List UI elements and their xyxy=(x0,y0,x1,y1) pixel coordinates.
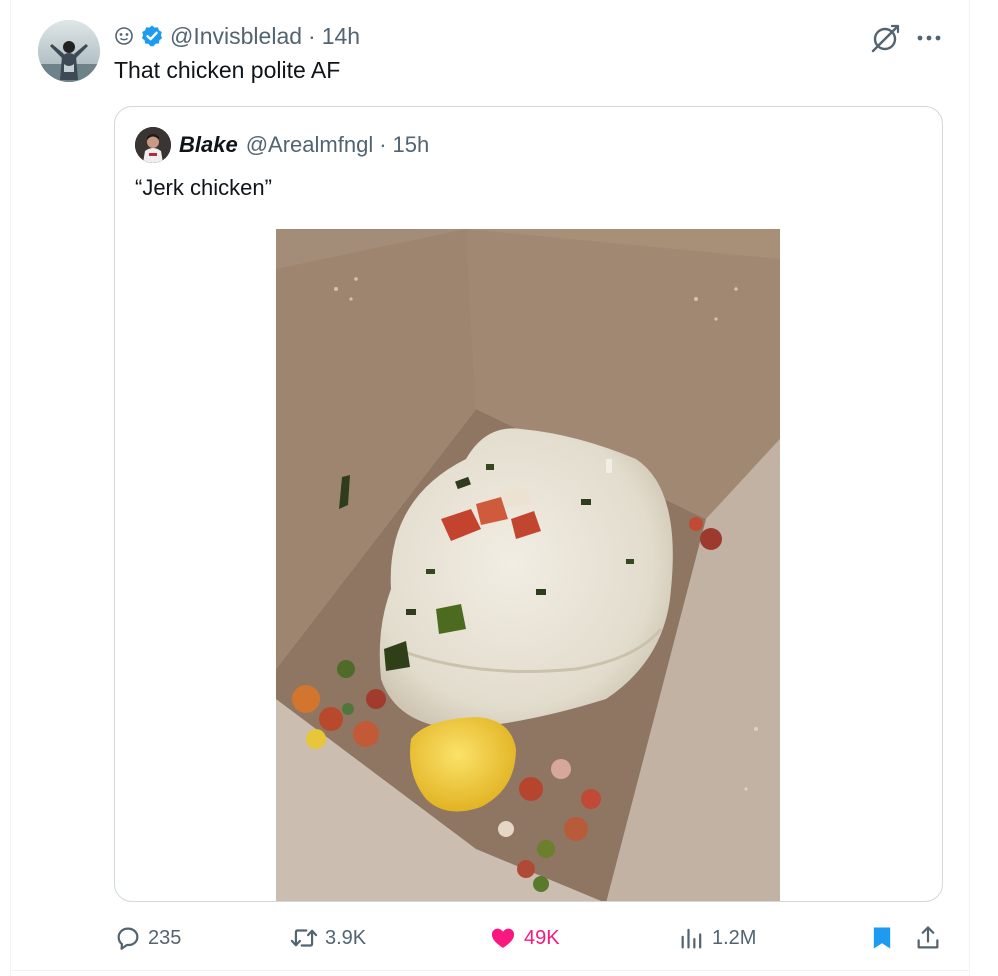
reply-count: 235 xyxy=(148,926,182,949)
author-handle[interactable]: @Invisblelad xyxy=(170,23,302,50)
quoted-separator: · xyxy=(379,132,387,157)
quoted-photo[interactable] xyxy=(276,229,780,901)
views-button[interactable]: 1.2M xyxy=(678,920,756,956)
repost-icon xyxy=(290,929,318,947)
like-button[interactable]: 49K xyxy=(488,920,560,956)
quoted-author-handle[interactable]: @Arealmfngl xyxy=(246,132,374,158)
quoted-header: Blake @Arealmfngl · 15h xyxy=(179,131,429,159)
quoted-timestamp[interactable]: 15h xyxy=(393,132,430,158)
more-icon[interactable] xyxy=(914,26,944,50)
smiley-emoji-icon xyxy=(115,27,133,45)
like-icon xyxy=(491,928,515,948)
reply-button[interactable]: 235 xyxy=(114,920,181,956)
divider xyxy=(10,970,970,971)
share-icon xyxy=(917,926,939,949)
views-icon xyxy=(681,928,702,949)
quoted-author-name[interactable]: Blake xyxy=(179,132,238,158)
repost-button[interactable]: 3.9K xyxy=(289,920,366,956)
share-button[interactable] xyxy=(914,920,948,956)
views-count: 1.2M xyxy=(712,926,757,949)
grok-icon[interactable] xyxy=(868,22,902,56)
header-separator: · xyxy=(308,22,316,49)
tweet-header: @Invisblelad · 14h xyxy=(114,22,360,50)
action-bar: 235 3.9K 49K 1.2M xyxy=(114,920,946,956)
like-count: 49K xyxy=(524,926,560,949)
reply-icon xyxy=(117,927,139,950)
quoted-tweet[interactable]: Blake @Arealmfngl · 15h “Jerk chicken” xyxy=(114,106,943,902)
post-text: That chicken polite AF xyxy=(114,57,341,83)
verified-badge-icon xyxy=(141,25,163,47)
repost-count: 3.9K xyxy=(325,926,367,949)
author-avatar[interactable] xyxy=(38,20,100,82)
quoted-text: “Jerk chicken” xyxy=(135,175,272,200)
bookmark-icon xyxy=(873,927,891,949)
post-timestamp[interactable]: 14h xyxy=(322,23,360,50)
bookmark-button[interactable] xyxy=(868,920,902,956)
quoted-author-avatar[interactable] xyxy=(135,127,171,163)
